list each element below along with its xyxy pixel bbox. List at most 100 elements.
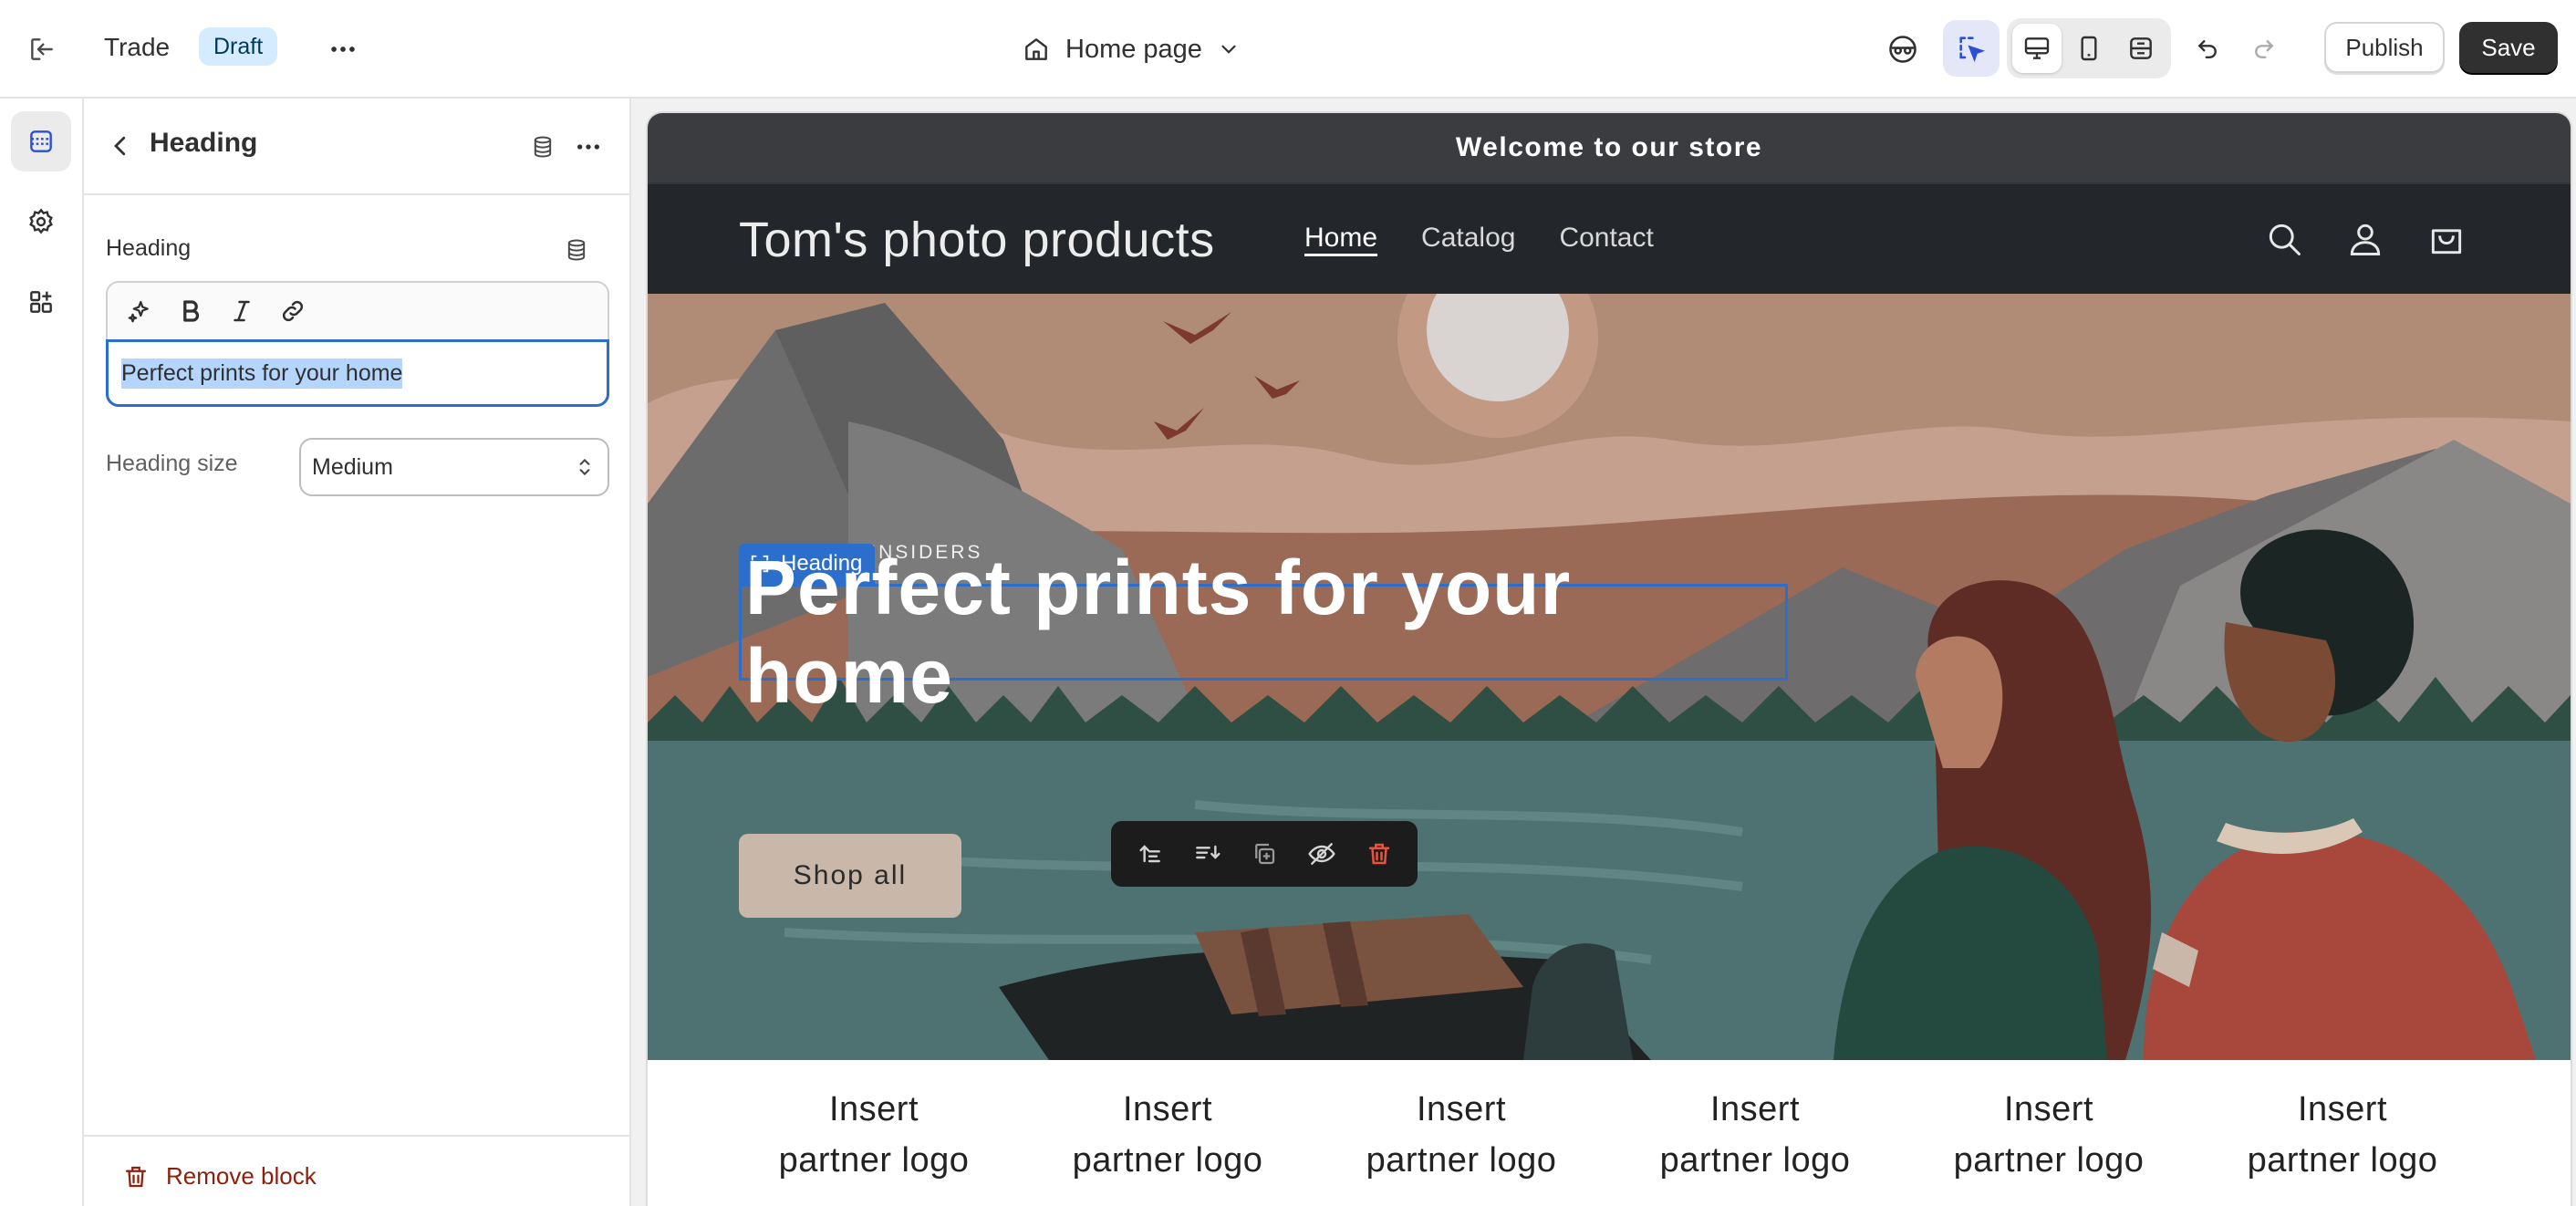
link-button[interactable] <box>270 288 316 334</box>
inspector-button[interactable] <box>1877 24 1928 75</box>
page-picker[interactable]: Home page <box>1013 22 1250 77</box>
home-icon <box>1025 38 1047 60</box>
panel-title: Heading <box>150 128 258 158</box>
store-nav: Home Catalog Contact <box>1304 223 1654 254</box>
rail-settings-button[interactable] <box>11 192 71 252</box>
user-icon <box>2350 224 2381 255</box>
move-up-icon <box>1139 845 1160 863</box>
hero-heading[interactable]: Perfect prints for your home <box>739 545 1788 719</box>
mobile-view-button[interactable] <box>2064 24 2114 73</box>
store-name: Trade <box>104 33 171 61</box>
store-more-button[interactable] <box>317 24 369 75</box>
partner-logo-item[interactable]: Insert partner logo <box>737 1084 1011 1186</box>
panel-more-button[interactable] <box>567 126 609 168</box>
store-logo[interactable]: Tom's photo products <box>739 212 1215 268</box>
cart-bag-icon <box>2431 229 2462 255</box>
more-horizontal-icon <box>577 144 599 150</box>
page-picker-label: Home page <box>1065 34 1202 64</box>
search-icon <box>2269 224 2301 255</box>
exit-button[interactable] <box>16 24 68 75</box>
desktop-icon <box>2024 37 2050 59</box>
desktop-view-button[interactable] <box>2012 24 2062 73</box>
viewport-switcher <box>2007 18 2171 78</box>
move-down-icon <box>1195 845 1220 859</box>
fullwidth-view-button[interactable] <box>2116 24 2166 73</box>
partner-logo-item[interactable]: Insert partner logo <box>1912 1084 2186 1186</box>
italic-icon <box>234 300 250 322</box>
panel-header: Heading <box>84 99 629 195</box>
dynamic-source-button[interactable] <box>522 126 564 168</box>
editor-topbar: Trade Draft Home page Publish Save <box>0 0 2576 99</box>
delete-block-button[interactable] <box>1356 830 1403 878</box>
nav-contact[interactable]: Contact <box>1559 223 1653 254</box>
fullwidth-icon <box>2130 37 2152 59</box>
nav-home[interactable]: Home <box>1304 223 1377 254</box>
block-toolbar <box>1111 821 1418 887</box>
block-settings-panel: Heading Heading Perfect prints for your … <box>84 99 631 1206</box>
duplicate-button[interactable] <box>1241 830 1288 878</box>
duplicate-icon <box>1255 843 1275 865</box>
rail-apps-button[interactable] <box>11 272 71 332</box>
select-cursor-icon <box>1959 36 1986 63</box>
panel-footer: Remove block <box>84 1135 629 1206</box>
store-search-button[interactable] <box>2259 213 2310 265</box>
heading-text-input[interactable]: Perfect prints for your home <box>106 339 609 407</box>
heading-text-selection: Perfect prints for your home <box>121 358 403 389</box>
editor-rail <box>0 99 84 1206</box>
partner-logo-item[interactable]: Insert partner logo <box>1324 1084 1598 1186</box>
save-button[interactable]: Save <box>2459 22 2558 73</box>
remove-block-button[interactable]: Remove block <box>122 1162 317 1190</box>
store-cart-button[interactable] <box>2421 213 2472 265</box>
status-badge: Draft <box>199 27 278 66</box>
remove-block-label: Remove block <box>166 1162 317 1190</box>
store-account-button[interactable] <box>2340 213 2391 265</box>
inspector-icon <box>1889 36 1916 63</box>
publish-button[interactable]: Publish <box>2324 22 2445 73</box>
eye-off-icon <box>1308 843 1335 865</box>
shop-all-button[interactable]: Shop all <box>739 834 961 918</box>
heading-field-label: Heading <box>106 235 192 261</box>
move-down-button[interactable] <box>1183 830 1231 878</box>
link-icon <box>282 300 304 322</box>
gear-icon <box>29 208 53 234</box>
redo-icon <box>2255 40 2274 58</box>
italic-button[interactable] <box>219 288 265 334</box>
partner-logo-list[interactable]: Insert partner logo Insert partner logo In… <box>648 1060 2571 1206</box>
rail-sections-button[interactable] <box>11 111 71 172</box>
chevron-down-icon <box>1221 45 1236 54</box>
field-dynamic-source-button[interactable] <box>558 232 595 268</box>
apps-icon <box>30 291 52 313</box>
store-preview: Welcome to our store Tom's photo product… <box>648 113 2571 1206</box>
chevron-left-icon <box>114 136 126 156</box>
sections-icon <box>30 130 52 152</box>
sparkle-icon <box>128 300 149 323</box>
move-up-button[interactable] <box>1126 830 1173 878</box>
undo-button[interactable] <box>2182 24 2233 75</box>
mobile-icon <box>2081 36 2097 61</box>
heading-size-select[interactable]: Medium <box>299 438 609 496</box>
heading-size-value: Medium <box>312 453 393 480</box>
database-icon <box>534 136 552 158</box>
partner-logo-item[interactable]: Insert partner logo <box>1031 1084 1304 1186</box>
ai-generate-button[interactable] <box>117 288 162 334</box>
hero-banner[interactable]: USTRY INSIDERS Heading Perfect prints fo… <box>648 294 2571 1060</box>
undo-icon <box>2197 40 2217 58</box>
hide-button[interactable] <box>1298 830 1345 878</box>
store-header[interactable]: Tom's photo products Home Catalog Contac… <box>648 182 2571 294</box>
partner-logo-item[interactable]: Insert partner logo <box>1618 1084 1892 1186</box>
trash-icon <box>125 1166 147 1187</box>
back-button[interactable] <box>97 122 144 170</box>
more-horizontal-icon <box>331 47 355 52</box>
database-icon <box>567 239 586 261</box>
heading-size-label: Heading size <box>106 451 238 476</box>
select-mode-button[interactable] <box>1943 20 2000 77</box>
nav-catalog[interactable]: Catalog <box>1421 223 1515 254</box>
bold-button[interactable] <box>168 288 213 334</box>
select-arrows-icon <box>579 458 590 476</box>
announcement-bar[interactable]: Welcome to our store <box>648 113 2571 182</box>
rich-text-toolbar <box>106 281 609 339</box>
partner-logo-item[interactable]: Insert partner logo <box>2206 1084 2479 1186</box>
redo-button[interactable] <box>2238 24 2290 75</box>
exit-icon <box>31 38 53 60</box>
trash-icon <box>1369 843 1390 865</box>
